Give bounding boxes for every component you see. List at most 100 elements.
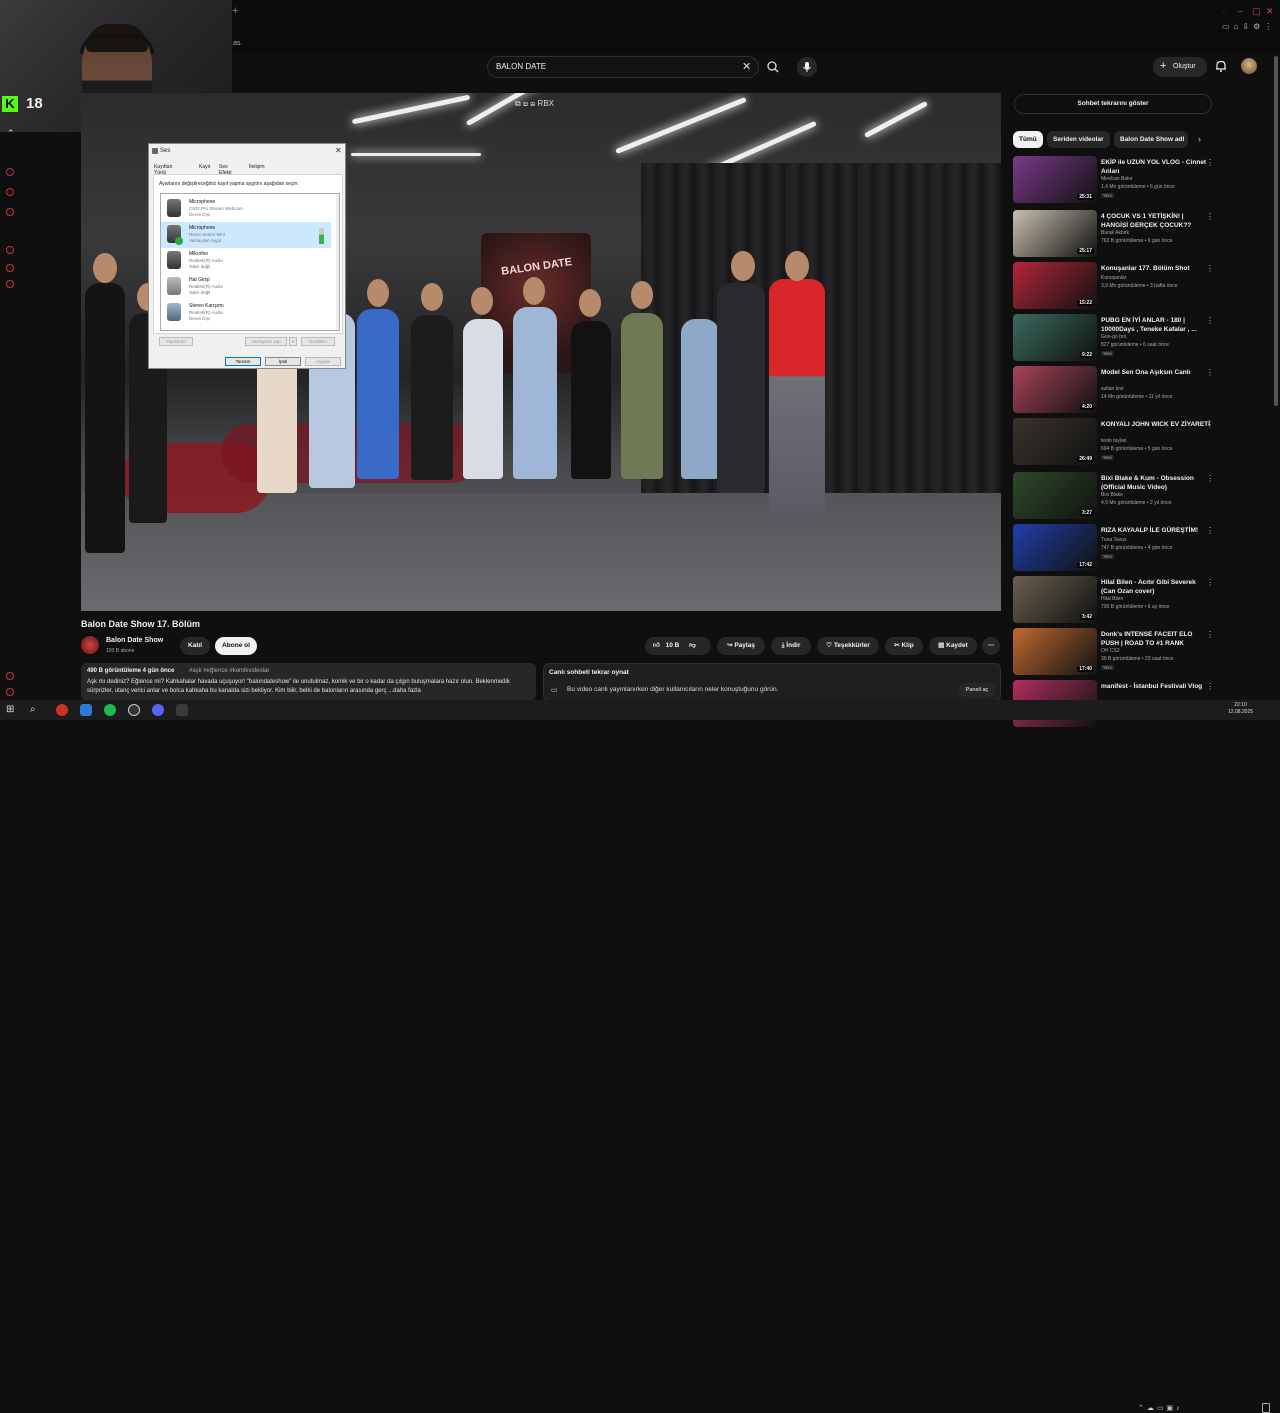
scrollbar[interactable] [336,194,339,330]
tray-icons[interactable]: ⌃☁▭▣♪ [1138,1404,1183,1412]
video-title[interactable]: RIZA KAYAALP İLE GÜREŞTİM! [1101,526,1211,535]
more-icon[interactable]: ⋮ [1206,158,1214,167]
expand-icon[interactable]: ⌃ [7,128,15,139]
device-item[interactable]: Stereo Karışımı Realtek(R) Audio Devre D… [161,300,331,326]
thanks-button[interactable]: ♡ Teşekkürler [817,637,879,655]
obs-icon[interactable] [128,704,140,716]
recommendation-item[interactable]: 9:22 PUBG EN İYİ ANLAR - 180 | 10000Days … [1013,314,1214,363]
video-thumbnail[interactable]: 15:22 [1013,262,1097,309]
page-scrollbar[interactable] [1274,56,1278,406]
device-item[interactable]: Microphone C922 Pro Stream Webcam Devre … [161,196,331,222]
like-count[interactable]: 10 B [666,642,680,649]
tab-recording[interactable]: Kayıt [199,164,210,170]
device-item-selected[interactable]: Microphone Razer Seiren Mini Varsayılan … [161,222,331,248]
app-icon[interactable] [176,704,188,716]
channel-name[interactable]: Burak Akbirk [1101,230,1129,236]
discord-icon[interactable] [152,704,164,716]
player-overlay-controls[interactable]: ⧉ ⧈ ⊞ RBX [515,99,554,109]
recommendation-item[interactable]: 25:31 EKİP ile UZUN YOL VLOG - Cinnet Anl… [1013,156,1214,205]
video-thumbnail[interactable]: 17:42 [1013,524,1097,571]
video-title[interactable]: Hilal Bilen - Acıtır Gibi Severek (Can O… [1101,578,1211,596]
more-icon[interactable]: ⋮ [1206,474,1214,483]
video-title[interactable]: manifest - İstanbul Festivali Vlog [1101,682,1211,691]
recommendation-item[interactable]: 17:42 RIZA KAYAALP İLE GÜREŞTİM! Tuna Tavu… [1013,524,1214,573]
sidebar-icon-6[interactable] [6,672,14,680]
share-button[interactable]: ↪ Paylaş [717,637,765,655]
hashtags[interactable]: #aşk #eğlence #komikvideolar [189,668,269,674]
spotify-icon[interactable] [104,704,116,716]
chevron-right-icon[interactable]: › [1198,134,1201,144]
channel-name[interactable]: testo taylan [1101,438,1127,444]
video-title[interactable]: Konuşanlar 177. Bölüm Shot [1101,264,1211,273]
channel-name[interactable]: Goo-go bro. [1101,334,1128,340]
sidebar-icon-4[interactable] [6,264,14,272]
subscribe-button[interactable]: Abone ol [215,637,257,655]
save-button[interactable]: ▤ Kaydet [929,637,977,655]
more-icon[interactable]: ⋮ [1206,526,1214,535]
channel-name[interactable]: Konuşanlar [1101,275,1126,281]
recommendation-item[interactable]: 17:40 Donk's INTENSE FACEIT ELO PUSH | RO… [1013,628,1214,677]
more-icon[interactable]: ⋮ [1206,368,1214,377]
notification-icon[interactable] [1262,1403,1270,1413]
search-query[interactable]: BALON DATE [496,62,546,71]
close-window-icon[interactable]: ✕ [1266,6,1274,17]
channel-name[interactable]: Hilal Bilen [1101,596,1123,602]
new-tab-icon[interactable]: + [232,5,238,17]
video-thumbnail[interactable]: 25:31 [1013,156,1097,203]
video-title[interactable]: Model Sen Ona Aşıksın Canlı [1101,368,1211,377]
clip-button[interactable]: ✂ Klip [885,637,923,655]
mic-button[interactable] [797,57,817,77]
channel-avatar[interactable] [81,636,99,654]
chip-series[interactable]: Seriden videolar [1047,131,1110,148]
search-icon[interactable]: ⌕ [30,704,42,716]
video-thumbnail[interactable]: 25:17 [1013,210,1097,257]
sidebar-icon-3[interactable] [6,246,14,254]
chip-all[interactable]: Tümü [1013,131,1043,148]
more-icon[interactable]: ⋮ [1206,630,1214,639]
recommendation-item[interactable]: 3:27 Bixi Blake & Kum - Obsession (Offici… [1013,472,1214,521]
recommendation-item[interactable]: 26:49 KONYALI JOHN WICK EV ZİYARETİ testo … [1013,418,1214,467]
recommendation-item[interactable]: 25:17 4 ÇOCUK VS 1 YETİŞKİN! | HANGİSİ GE… [1013,210,1214,259]
close-icon[interactable]: ✕ [335,146,342,155]
ok-button[interactable]: Tamam [225,357,261,366]
channel-name[interactable]: Tuna Tavus [1101,537,1127,543]
extension-icons[interactable]: ▭⌂⇩⚙⋮ [1222,22,1276,31]
sidebar-icon-2[interactable] [6,208,14,216]
channel-name[interactable]: sultan krsl [1101,386,1124,392]
video-title[interactable]: KONYALI JOHN WICK EV ZİYARETİ [1101,420,1211,429]
minimize-icon[interactable]: – [1238,6,1243,16]
more-icon[interactable]: ⋮ [1206,578,1214,587]
more-icon[interactable]: ⋮ [1206,264,1214,273]
video-thumbnail[interactable]: 4:20 [1013,366,1097,413]
more-icon[interactable]: ⋮ [1206,420,1214,429]
video-thumbnail[interactable]: 3:27 [1013,472,1097,519]
record-icon[interactable]: ◌ [1222,6,1227,16]
app-icon[interactable] [80,704,92,716]
close-icon[interactable]: ✕ [742,60,751,73]
sidebar-icon-5[interactable] [6,280,14,288]
open-panel-button[interactable]: Paneli aç [958,683,996,697]
video-thumbnail[interactable]: 3:42 [1013,576,1097,623]
join-button[interactable]: Katıl [180,637,210,655]
sidebar-icon-1[interactable] [6,188,14,196]
more-icon[interactable]: ⋮ [1206,682,1214,691]
configure-button[interactable]: Yapılandır [159,337,193,346]
more-icon[interactable]: ⋯ [982,637,1000,655]
opera-icon[interactable] [56,704,68,716]
video-title[interactable]: PUBG EN İYİ ANLAR - 180 | 10000Days , Te… [1101,316,1211,334]
cancel-button[interactable]: İptal [265,357,301,366]
video-title[interactable]: 4 ÇOCUK VS 1 YETİŞKİN! | HANGİSİ GERÇEK … [1101,212,1211,230]
channel-name[interactable]: Mevlcan Bakır [1101,176,1133,182]
video-title[interactable]: Donk's INTENSE FACEIT ELO PUSH | ROAD TO… [1101,630,1211,648]
chip-channel[interactable]: Balon Date Show adl [1114,131,1188,148]
device-item[interactable]: Mikrofon Realtek(R) Audio Takılı değil [161,248,331,274]
more-icon[interactable]: ⋮ [1206,212,1214,221]
tab-communications[interactable]: İletişim [249,164,265,170]
set-default-button[interactable]: Varsayılan yap [245,337,287,346]
maximize-icon[interactable]: ▢ [1252,6,1261,17]
video-title[interactable]: Bixi Blake & Kum - Obsession (Official M… [1101,474,1211,492]
show-chat-replay-button[interactable]: Sohbet tekrarını göster [1014,94,1212,114]
recommendation-item[interactable]: 3:42 Hilal Bilen - Acıtır Gibi Severek (C… [1013,576,1214,625]
bell-icon[interactable] [1214,59,1228,73]
channel-name[interactable]: Balon Date Show [106,637,163,644]
